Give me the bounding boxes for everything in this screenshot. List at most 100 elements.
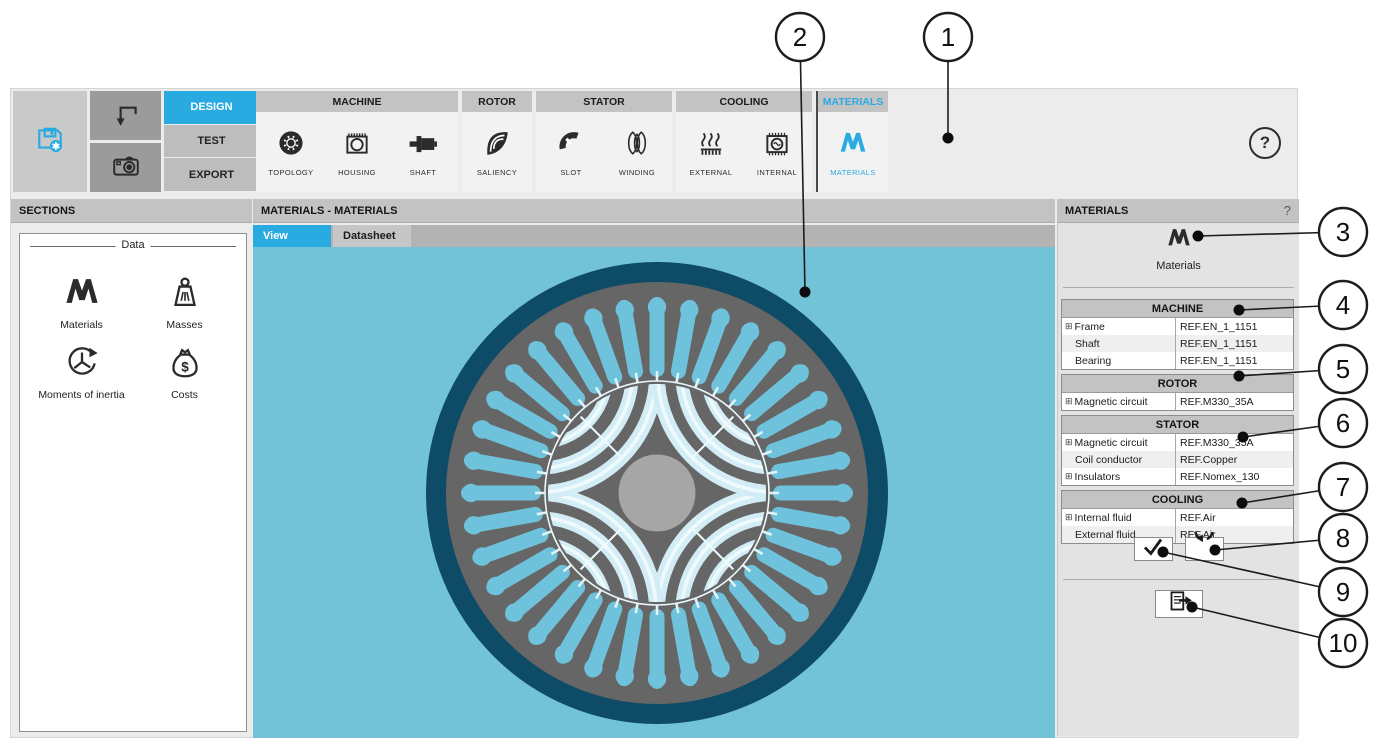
row-label-cell: Shaft [1062,335,1175,352]
section-item-materials[interactable]: Materials [30,267,133,331]
row-value[interactable]: REF.M330_35A [1175,434,1293,451]
expand-icon[interactable]: ⊞ [1065,472,1073,481]
row-value[interactable]: REF.EN_1_1151 [1175,318,1293,335]
mode-tab-export[interactable]: EXPORT [164,158,259,191]
app-window: DESIGNTESTEXPORT MACHINETOPOLOGY HOUSING… [10,88,1298,738]
view-tabstrip: ViewDatasheet [253,225,1055,247]
check-icon [1138,532,1168,567]
toolbar-item-shaft[interactable]: SHAFT [390,112,456,192]
section-item-masses[interactable]: Masses [133,267,236,331]
group-body: MATERIALS [818,112,888,192]
help-button[interactable]: ? [1249,127,1281,159]
group-header: COOLING [676,91,812,112]
external-cooling-icon [696,128,726,163]
callout-circle [1319,619,1367,667]
housing-icon [342,128,372,163]
toolbar-item-housing[interactable]: HOUSING [324,112,390,192]
materials-panel-iconblock: Materials [1058,225,1299,272]
table-row[interactable]: ShaftREF.EN_1_1151 [1062,335,1293,352]
toolbar-item-materials[interactable]: MATERIALS [820,112,886,192]
table-row[interactable]: ⊞InsulatorsREF.Nomex_130 [1062,468,1293,485]
expand-icon[interactable]: ⊞ [1065,438,1073,447]
row-value[interactable]: REF.Air [1175,509,1293,526]
row-label: Frame [1075,321,1105,333]
mode-tab-design[interactable]: DESIGN [164,91,259,124]
callout-number: 1 [941,22,955,52]
table-row[interactable]: ⊞Magnetic circuit REF.M330_35A [1062,393,1293,410]
row-value[interactable]: REF.Copper [1175,451,1293,468]
toolbar-item-label: TOPOLOGY [268,168,313,177]
expand-icon[interactable]: ⊞ [1065,397,1073,406]
row-value[interactable]: REF.M330_35A [1175,393,1293,410]
callout-circle [1319,281,1367,329]
save-button[interactable] [13,91,87,192]
materials-table-cooling: COOLING⊞Internal fluidREF.AirExternal fl… [1061,490,1294,544]
table-row[interactable]: ⊞Internal fluidREF.Air [1062,509,1293,526]
callout-number: 7 [1336,472,1350,502]
group-header: MATERIALS [818,91,888,112]
panel-help-icon[interactable]: ? [1284,203,1291,218]
toolbar-item-saliency[interactable]: SALIENCY [464,112,530,192]
table-row[interactable]: Coil conductorREF.Copper [1062,451,1293,468]
screenshot-button[interactable] [90,143,161,192]
row-label-cell: ⊞Internal fluid [1062,509,1175,526]
mode-tab-test[interactable]: TEST [164,125,259,158]
row-label-cell: Bearing [1062,352,1175,369]
motor-view-canvas[interactable] [253,247,1055,738]
expand-icon[interactable]: ⊞ [1065,322,1073,331]
toolbar-group-rotor: ROTOR SALIENCY [462,91,532,192]
table-row[interactable]: ⊞Magnetic circuit REF.M330_35A [1062,434,1293,451]
table-row[interactable]: BearingREF.EN_1_1151 [1062,352,1293,369]
sections-panel-header: SECTIONS [11,199,252,223]
callout-circle [1319,208,1367,256]
section-item-moments-of-inertia[interactable]: Moments of inertia [30,337,133,401]
materials-icon [1166,225,1192,256]
materials-icon [63,273,101,316]
view-tab-view[interactable]: View [253,225,331,247]
table-header: STATOR [1062,416,1293,434]
table-row[interactable]: ⊞Frame REF.EN_1_1151 [1062,318,1293,335]
main-view-header: MATERIALS - MATERIALS [253,199,1055,223]
import-arrow-button[interactable] [90,91,161,140]
sections-panel: Data Materials Masses Moments of inertia… [19,233,247,732]
toolbar-group-machine: MACHINETOPOLOGY HOUSING SHAFT [256,91,458,192]
page: DESIGNTESTEXPORT MACHINETOPOLOGY HOUSING… [0,0,1386,749]
row-label: Magnetic circuit [1075,396,1148,408]
top-toolbar: DESIGNTESTEXPORT MACHINETOPOLOGY HOUSING… [11,89,1297,196]
row-label-cell: ⊞Insulators [1062,468,1175,485]
view-tab-datasheet[interactable]: Datasheet [333,225,411,247]
toolbar-item-topology[interactable]: TOPOLOGY [258,112,324,192]
toolbar-item-winding[interactable]: WINDING [604,112,670,192]
callout-number: 8 [1336,523,1350,553]
row-value[interactable]: REF.EN_1_1151 [1175,352,1293,369]
materials-panel-title: MATERIALS [1065,205,1128,217]
toolbar-item-label: EXTERNAL [690,168,733,177]
shaft-section [619,455,696,532]
toolbar-item-label: SALIENCY [477,168,517,177]
validate-button[interactable] [1134,537,1173,561]
toolbar-item-label: HOUSING [338,168,376,177]
row-label: Insulators [1075,471,1121,483]
row-value[interactable]: REF.Nomex_130 [1175,468,1293,485]
section-item-costs[interactable]: $Costs [133,337,236,401]
row-label: Magnetic circuit [1075,437,1148,449]
group-body: SLOT WINDING [536,112,672,192]
callout-number: 3 [1336,217,1350,247]
motor-cross-section [253,247,1055,738]
row-label: Internal fluid [1075,512,1132,524]
toolbar-item-external[interactable]: EXTERNAL [678,112,744,192]
expand-icon[interactable]: ⊞ [1065,513,1073,522]
saliency-icon [482,128,512,163]
data-group: Data Materials Masses Moments of inertia… [30,246,236,247]
toolbar-item-internal[interactable]: INTERNAL [744,112,810,192]
row-value[interactable]: REF.EN_1_1151 [1175,335,1293,352]
topology-icon [276,128,306,163]
toolbar-item-slot[interactable]: SLOT [538,112,604,192]
shaft-icon [408,128,438,163]
export-button[interactable] [1155,590,1203,618]
restore-button[interactable] [1185,537,1224,561]
separator [1063,287,1294,288]
section-item-label: Materials [60,319,103,331]
table-header: COOLING [1062,491,1293,509]
panel-buttons [1058,537,1299,561]
